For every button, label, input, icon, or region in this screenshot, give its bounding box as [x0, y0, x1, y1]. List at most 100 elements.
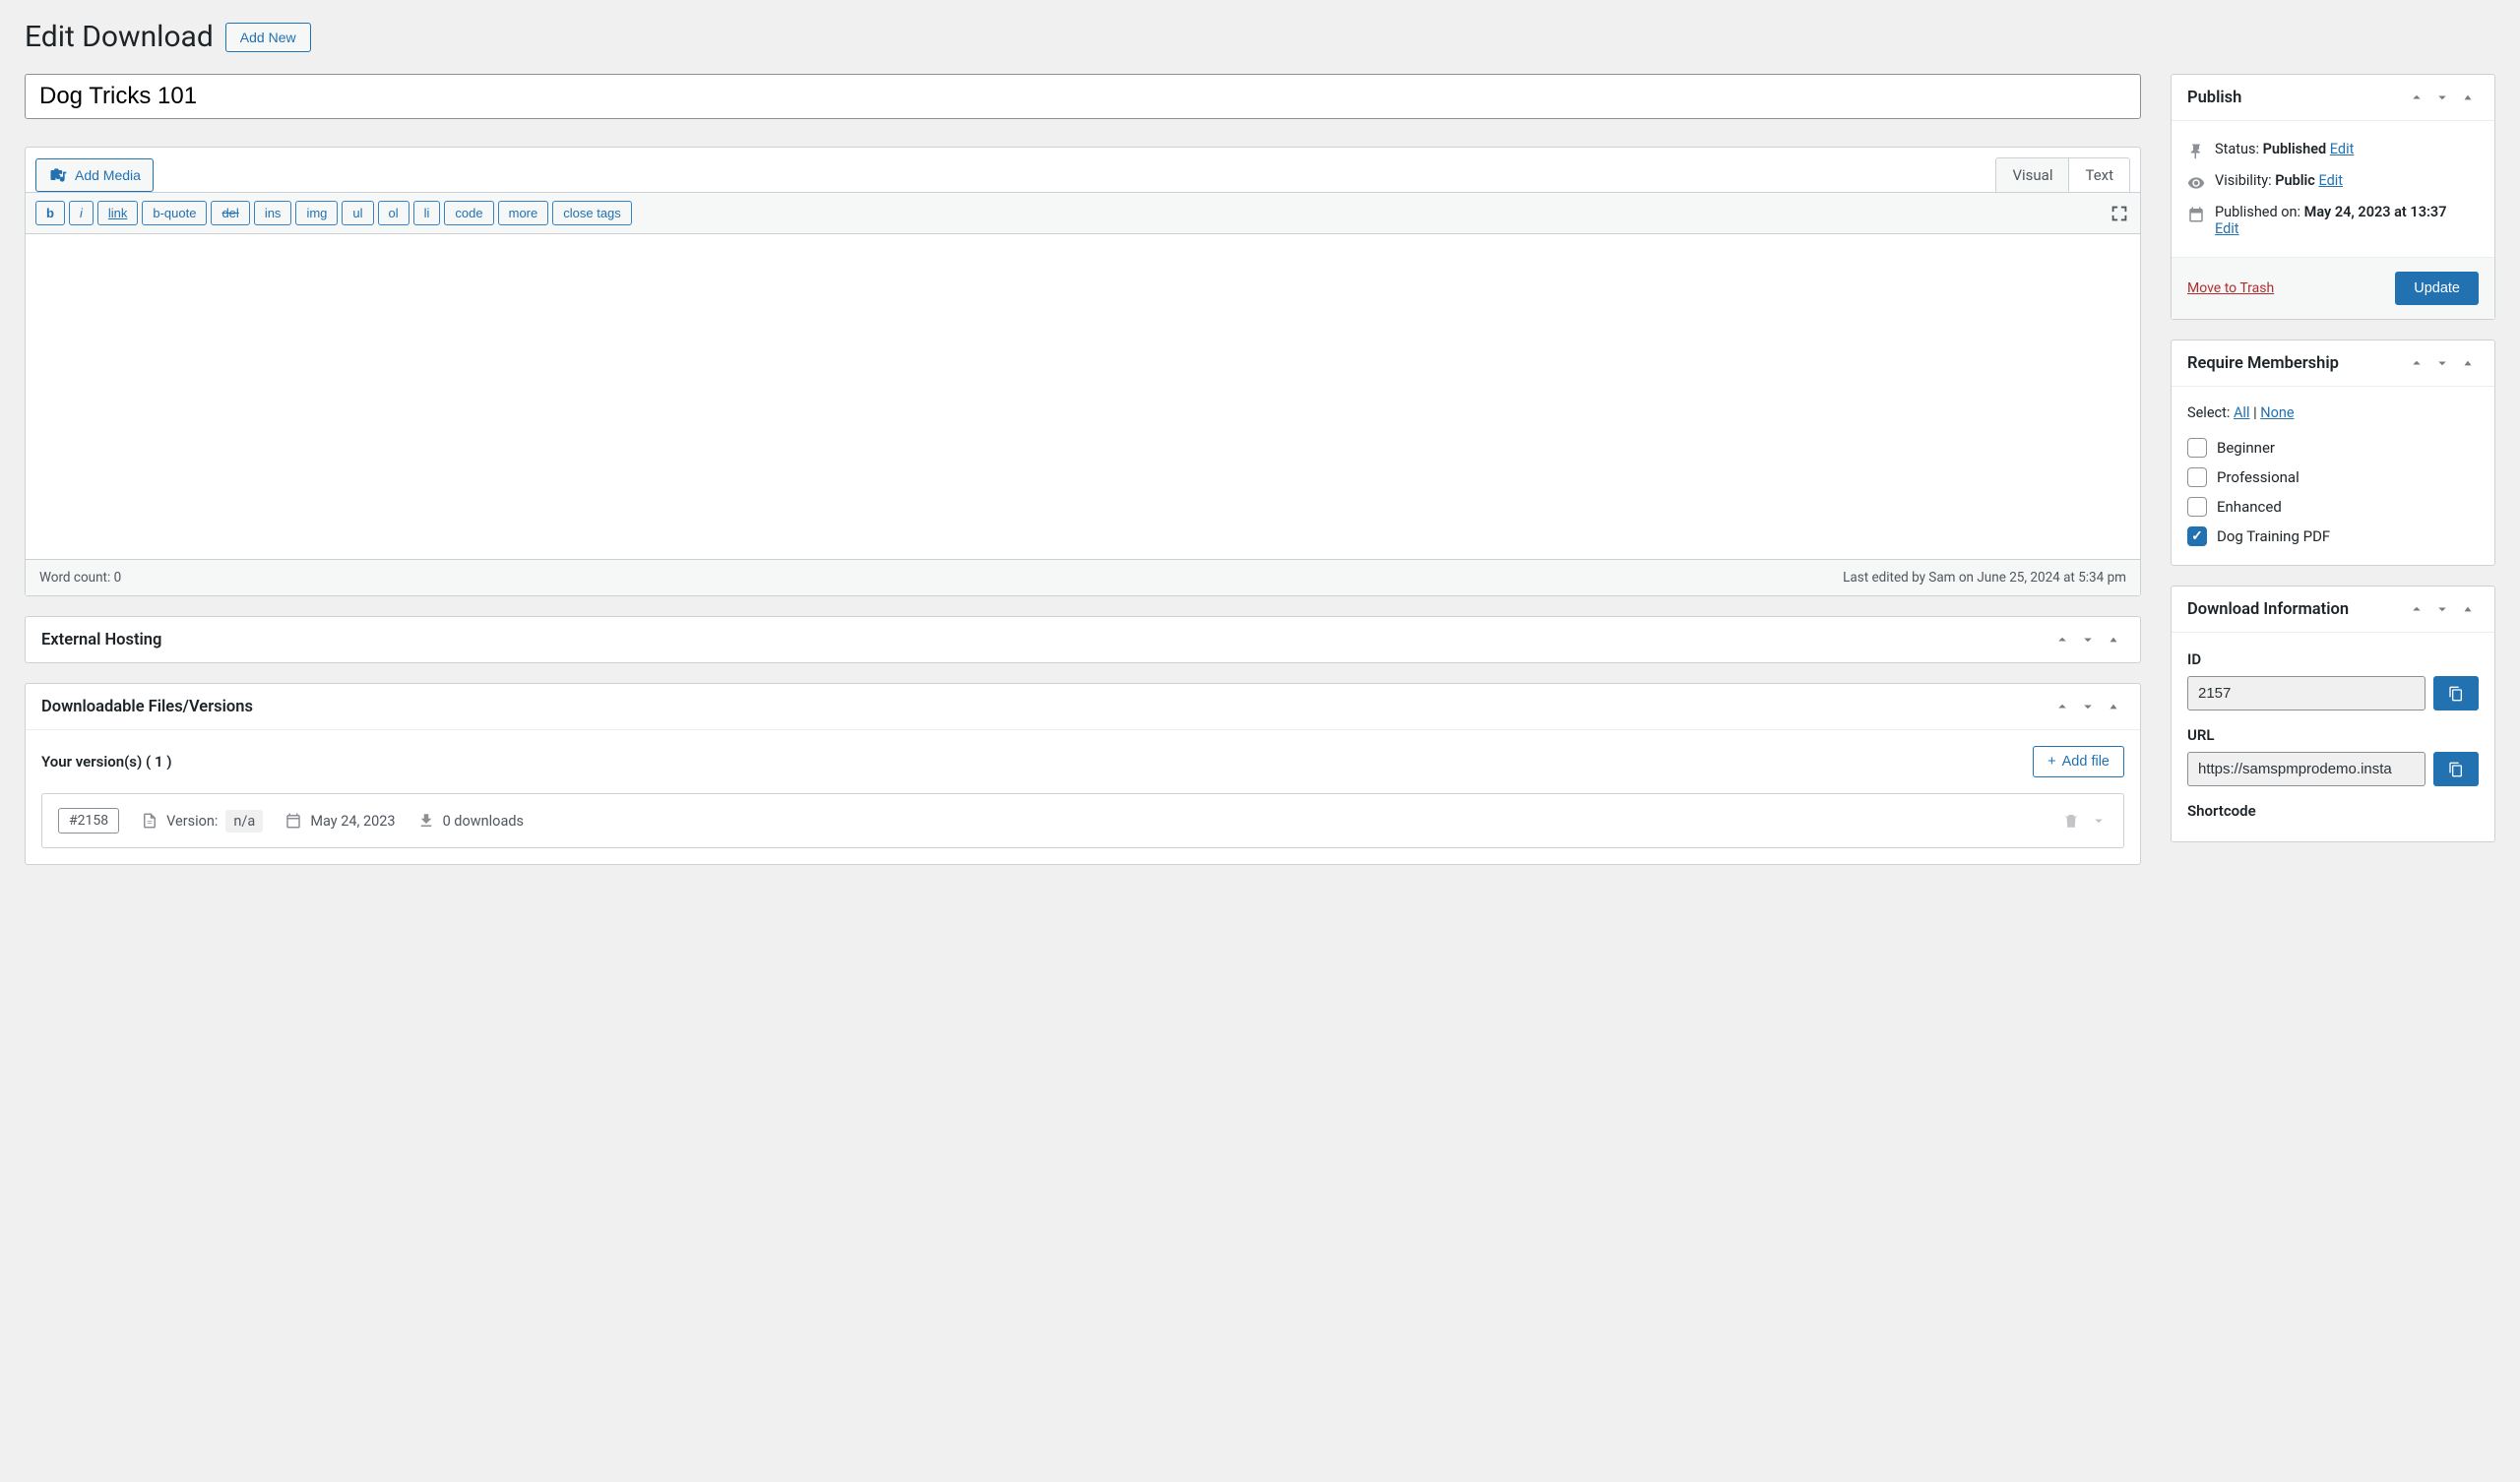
qt-ul[interactable]: ul	[342, 201, 373, 225]
checkbox-beginner[interactable]	[2187, 438, 2207, 458]
add-new-button[interactable]: Add New	[225, 23, 311, 52]
membership-label: Dog Training PDF	[2217, 527, 2330, 545]
id-input[interactable]	[2187, 676, 2426, 710]
url-input[interactable]	[2187, 752, 2426, 786]
qt-code[interactable]: code	[444, 201, 493, 225]
membership-item: Dog Training PDF	[2187, 522, 2479, 551]
update-button[interactable]: Update	[2395, 272, 2479, 305]
external-hosting-panel: External Hosting	[25, 616, 2141, 663]
qt-del[interactable]: del	[211, 201, 249, 225]
membership-label: Professional	[2217, 468, 2300, 486]
copy-id-button[interactable]	[2433, 676, 2479, 710]
editor-textarea[interactable]	[26, 234, 2140, 559]
move-to-trash-link[interactable]: Move to Trash	[2187, 280, 2274, 296]
panel-up-icon[interactable]	[2051, 629, 2073, 650]
file-id-badge: #2158	[58, 808, 119, 834]
published-edit-link[interactable]: Edit	[2215, 220, 2239, 237]
membership-title: Require Membership	[2187, 354, 2339, 373]
membership-item: Professional	[2187, 463, 2479, 492]
panel-up-icon[interactable]	[2406, 352, 2427, 374]
calendar-icon	[284, 812, 302, 830]
page-title: Edit Download	[25, 20, 214, 54]
tab-visual[interactable]: Visual	[1995, 157, 2068, 192]
word-count: Word count: 0	[39, 570, 121, 586]
membership-label: Enhanced	[2217, 498, 2282, 516]
fullscreen-icon[interactable]	[2109, 203, 2130, 224]
select-none-link[interactable]: None	[2260, 404, 2294, 421]
panel-toggle-icon[interactable]	[2103, 629, 2124, 650]
chevron-down-icon[interactable]	[2090, 812, 2108, 830]
files-title: Downloadable Files/Versions	[41, 698, 253, 716]
panel-up-icon[interactable]	[2051, 696, 2073, 717]
published-label: Published on:	[2215, 204, 2304, 220]
panel-down-icon[interactable]	[2431, 352, 2453, 374]
url-label: URL	[2187, 726, 2479, 744]
trash-icon[interactable]	[2062, 812, 2080, 830]
checkbox-professional[interactable]	[2187, 467, 2207, 487]
shortcode-label: Shortcode	[2187, 802, 2479, 820]
add-media-label: Add Media	[75, 167, 141, 183]
eye-icon	[2187, 174, 2205, 192]
panel-toggle-icon[interactable]	[2457, 87, 2479, 108]
clipboard-icon	[2448, 686, 2464, 702]
publish-title: Publish	[2187, 89, 2241, 107]
external-hosting-title: External Hosting	[41, 631, 161, 649]
panel-toggle-icon[interactable]	[2103, 696, 2124, 717]
qt-more[interactable]: more	[498, 201, 549, 225]
panel-toggle-icon[interactable]	[2457, 598, 2479, 620]
add-file-label: Add file	[2062, 754, 2110, 770]
published-value: May 24, 2023 at 13:37	[2304, 204, 2447, 220]
panel-down-icon[interactable]	[2077, 696, 2099, 717]
download-icon	[417, 812, 435, 830]
panel-up-icon[interactable]	[2406, 598, 2427, 620]
download-count: 0 downloads	[443, 813, 524, 830]
download-info-panel: Download Information ID URL Sho	[2171, 586, 2495, 842]
calendar-icon	[2187, 206, 2205, 223]
qt-ins[interactable]: ins	[254, 201, 292, 225]
panel-toggle-icon[interactable]	[2457, 352, 2479, 374]
status-value: Published	[2263, 141, 2327, 157]
visibility-edit-link[interactable]: Edit	[2318, 172, 2343, 189]
panel-up-icon[interactable]	[2406, 87, 2427, 108]
membership-checklist: Beginner Professional Enhanced Dog Train…	[2187, 433, 2479, 551]
membership-panel: Require Membership Select: All | None Be…	[2171, 340, 2495, 566]
select-label: Select:	[2187, 404, 2234, 421]
versions-count-label: Your version(s) ( 1 )	[41, 753, 172, 771]
content-editor: Add Media Visual Text b i link b-quote d…	[25, 147, 2141, 596]
qt-bquote[interactable]: b-quote	[142, 201, 207, 225]
qt-close[interactable]: close tags	[552, 201, 632, 225]
qt-link[interactable]: link	[97, 201, 139, 225]
pin-icon	[2187, 143, 2205, 160]
membership-item: Beginner	[2187, 433, 2479, 463]
add-file-button[interactable]: + Add file	[2033, 746, 2124, 777]
panel-down-icon[interactable]	[2431, 87, 2453, 108]
visibility-value: Public	[2275, 172, 2315, 189]
status-edit-link[interactable]: Edit	[2330, 141, 2355, 157]
panel-down-icon[interactable]	[2431, 598, 2453, 620]
add-media-button[interactable]: Add Media	[35, 158, 154, 192]
tab-text[interactable]: Text	[2068, 157, 2130, 192]
select-all-link[interactable]: All	[2234, 404, 2250, 421]
clipboard-icon	[2448, 762, 2464, 777]
file-icon	[141, 812, 158, 830]
status-label: Status:	[2215, 141, 2263, 157]
checkbox-enhanced[interactable]	[2187, 497, 2207, 517]
download-info-title: Download Information	[2187, 600, 2349, 619]
editor-tabs: Visual Text	[1995, 157, 2130, 192]
qt-ol[interactable]: ol	[378, 201, 410, 225]
qt-img[interactable]: img	[295, 201, 338, 225]
files-panel: Downloadable Files/Versions Your version…	[25, 683, 2141, 865]
qt-li[interactable]: li	[413, 201, 441, 225]
post-title-input[interactable]	[25, 74, 2141, 119]
visibility-label: Visibility:	[2215, 172, 2275, 189]
version-label: Version:	[166, 813, 218, 830]
plus-icon: +	[2048, 754, 2055, 770]
qt-bold[interactable]: b	[35, 201, 65, 225]
checkbox-dog-training-pdf[interactable]	[2187, 526, 2207, 546]
copy-url-button[interactable]	[2433, 752, 2479, 786]
qt-italic[interactable]: i	[69, 201, 94, 225]
camera-music-icon	[48, 165, 68, 185]
panel-down-icon[interactable]	[2077, 629, 2099, 650]
version-value: n/a	[225, 810, 263, 833]
file-date: May 24, 2023	[310, 813, 395, 830]
